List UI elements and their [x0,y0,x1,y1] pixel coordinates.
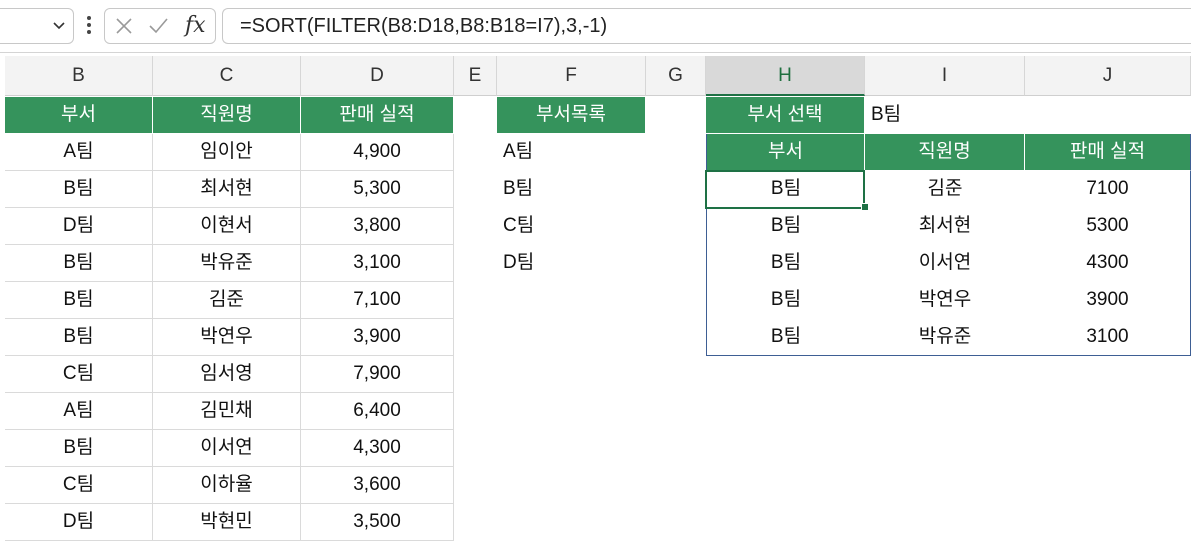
dept-select-label[interactable]: 부서 선택 [706,97,865,134]
result-table-cell[interactable]: B팀 [706,208,865,245]
result-table-cell[interactable]: 4300 [1025,245,1191,282]
column-header-f[interactable]: F [497,56,646,96]
result-table-cell[interactable]: B팀 [706,282,865,319]
source-table-cell[interactable]: 최서현 [153,171,301,208]
source-table-cell[interactable]: B팀 [5,430,153,467]
result-table-cell[interactable]: 3100 [1025,319,1191,356]
source-table-cell[interactable]: 이하율 [153,467,301,504]
source-table-cell[interactable]: 4,900 [301,134,454,171]
cancel-icon[interactable] [113,15,135,37]
column-header-b[interactable]: B [5,56,153,96]
source-table-cell[interactable]: 7,900 [301,356,454,393]
source-table-cell[interactable]: A팀 [5,134,153,171]
source-table-cell[interactable]: B팀 [5,282,153,319]
source-table-cell[interactable]: 이현서 [153,208,301,245]
source-table-cell[interactable]: B팀 [5,245,153,282]
source-table-cell[interactable]: D팀 [5,208,153,245]
column-header-c[interactable]: C [153,56,301,96]
result-table-cell[interactable]: B팀 [706,171,865,208]
source-table-cell[interactable]: 7,100 [301,282,454,319]
source-table-cell[interactable]: 박연우 [153,319,301,356]
result-table-cell[interactable]: 7100 [1025,171,1191,208]
column-header-g[interactable]: G [646,56,706,96]
source-table-cell[interactable]: 김준 [153,282,301,319]
source-table-cell[interactable]: 김민채 [153,393,301,430]
result-table-cell[interactable]: 박유준 [865,319,1025,356]
source-table-cell[interactable]: B팀 [5,171,153,208]
source-table-cell[interactable]: 임이안 [153,134,301,171]
result-table-cell[interactable]: 최서현 [865,208,1025,245]
column-header-d[interactable]: D [301,56,454,96]
result-table-cell[interactable]: B팀 [706,245,865,282]
dept-select-value[interactable]: B팀 [865,97,1025,134]
source-table-cell[interactable]: B팀 [5,319,153,356]
dept-list-item[interactable]: B팀 [497,171,646,208]
column-header-i[interactable]: I [865,56,1025,96]
result-table-cell[interactable]: 3900 [1025,282,1191,319]
result-table-cell[interactable]: 박연우 [865,282,1025,319]
formula-bar: fx =SORT(FILTER(B8:D18,B8:B18=I7),3,-1) [0,0,1191,53]
column-header-e[interactable]: E [454,56,497,96]
name-box[interactable] [0,8,74,44]
source-table-cell[interactable]: 박유준 [153,245,301,282]
source-table-cell[interactable]: D팀 [5,504,153,541]
result-header-cell[interactable]: 부서 [706,134,865,171]
more-options-icon[interactable] [84,14,94,36]
source-table-cell[interactable]: 박현민 [153,504,301,541]
column-header-j[interactable]: J [1025,56,1191,96]
column-header-h[interactable]: H [706,56,865,96]
source-table-cell[interactable]: 3,100 [301,245,454,282]
dept-list-item[interactable]: A팀 [497,134,646,171]
source-table-cell[interactable]: A팀 [5,393,153,430]
source-table-cell[interactable]: 5,300 [301,171,454,208]
source-table-cell[interactable]: 임서영 [153,356,301,393]
formula-input[interactable]: =SORT(FILTER(B8:D18,B8:B18=I7),3,-1) [222,8,1191,44]
source-table-cell[interactable]: C팀 [5,467,153,504]
source-header-cell[interactable]: 부서 [5,97,153,134]
result-table-cell[interactable]: 5300 [1025,208,1191,245]
insert-function-button[interactable]: fx [185,10,215,42]
source-header-cell[interactable]: 판매 실적 [301,97,454,134]
dept-list-item[interactable]: C팀 [497,208,646,245]
confirm-check-icon[interactable] [147,15,169,37]
spreadsheet-grid: BCDEFGHIJ 부서 직원명 판매 실적 A팀 임이안 4,900 B팀 최서현 5,300… [0,52,1191,543]
chevron-down-icon[interactable] [51,17,67,33]
source-table-cell[interactable]: C팀 [5,356,153,393]
formula-buttons: fx [104,8,216,44]
result-table-cell[interactable]: B팀 [706,319,865,356]
dept-list-header[interactable]: 부서목록 [497,97,646,134]
source-table-cell[interactable]: 이서연 [153,430,301,467]
source-header-cell[interactable]: 직원명 [153,97,301,134]
source-table-cell[interactable]: 4,300 [301,430,454,467]
dept-list-item[interactable]: D팀 [497,245,646,282]
source-table-cell[interactable]: 3,600 [301,467,454,504]
source-table-cell[interactable]: 3,800 [301,208,454,245]
source-table-cell[interactable]: 3,500 [301,504,454,541]
result-table-cell[interactable]: 김준 [865,171,1025,208]
fill-handle[interactable] [861,203,869,211]
result-header-cell[interactable]: 판매 실적 [1025,134,1191,171]
result-table-cell[interactable]: 이서연 [865,245,1025,282]
source-table-cell[interactable]: 3,900 [301,319,454,356]
result-header-cell[interactable]: 직원명 [865,134,1025,171]
source-table-cell[interactable]: 6,400 [301,393,454,430]
